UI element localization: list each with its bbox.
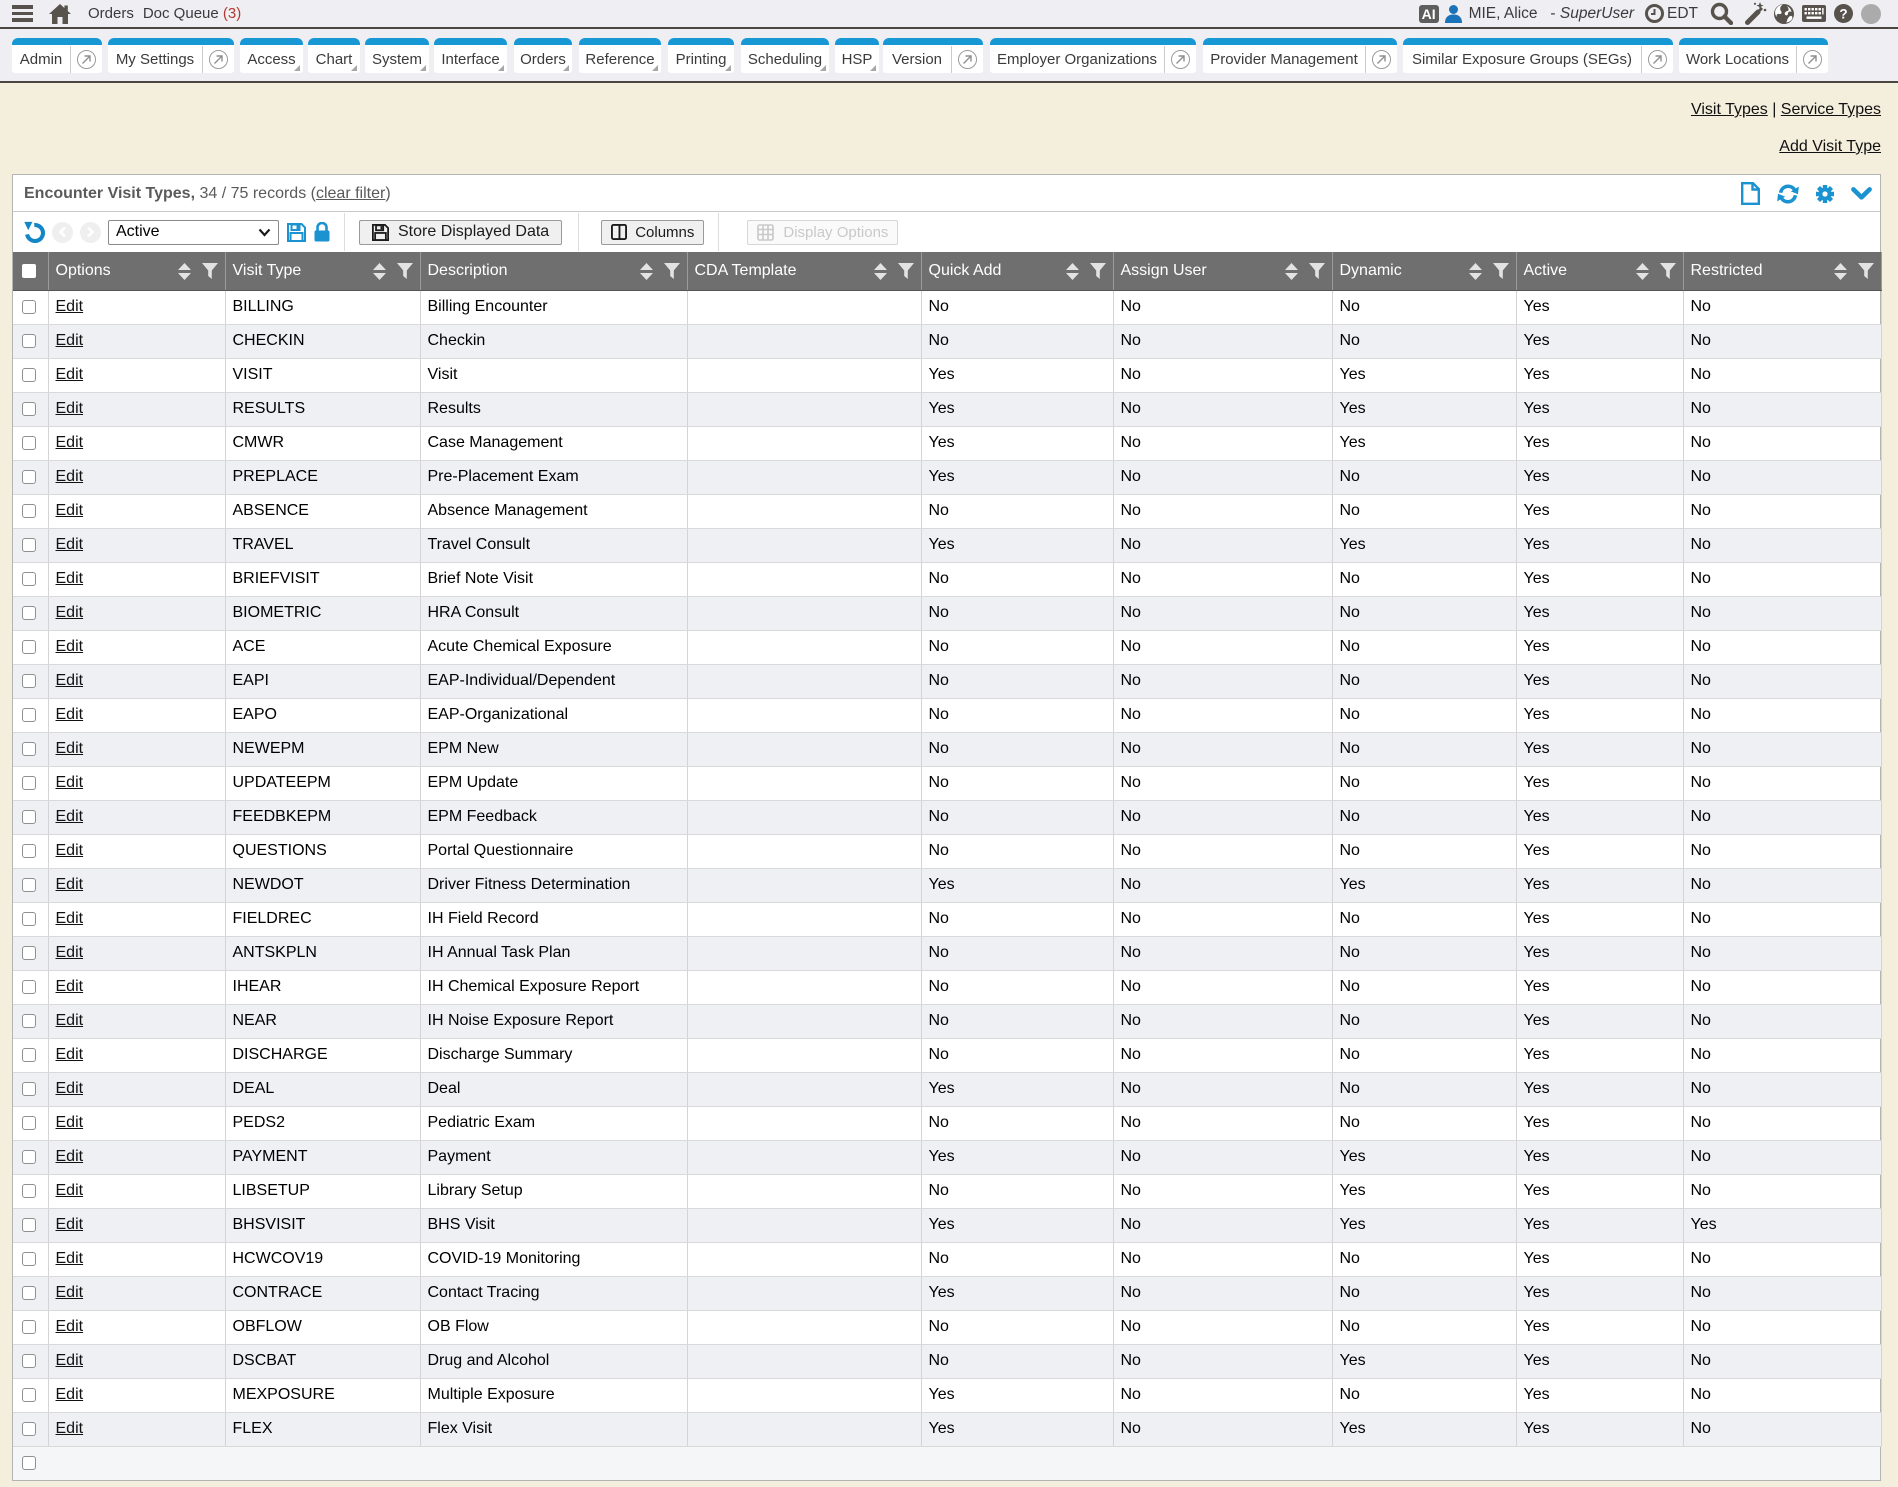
svg-text:?: ? <box>1839 6 1847 21</box>
